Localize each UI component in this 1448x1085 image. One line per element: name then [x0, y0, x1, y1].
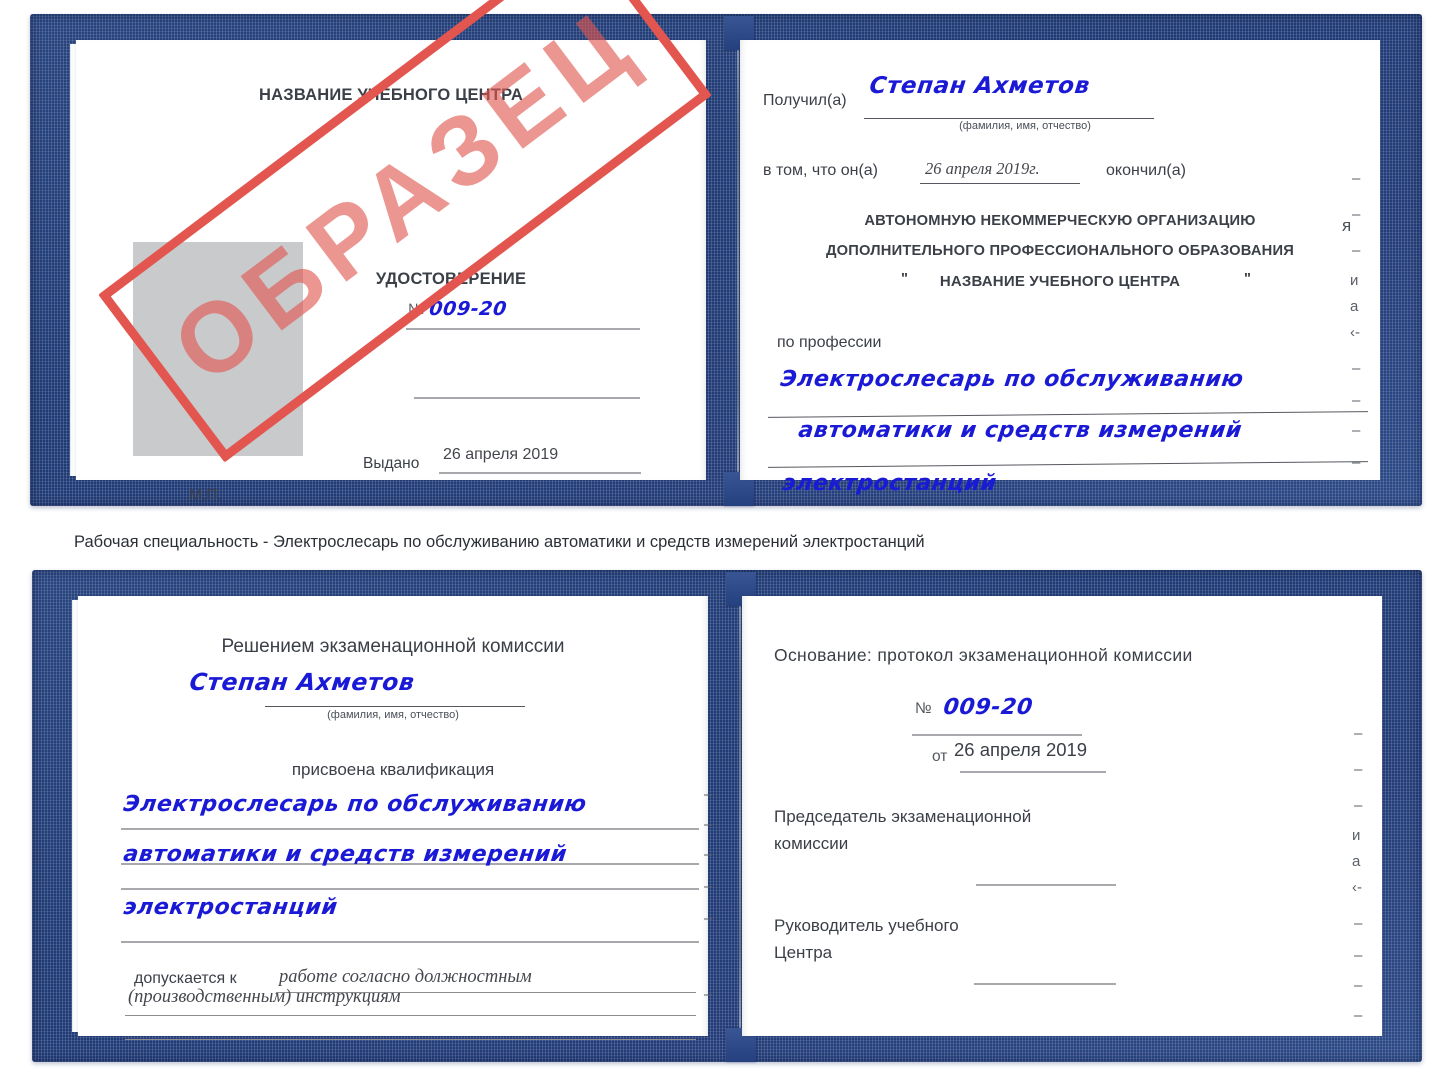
- edge-bleed-bottom-left-inner: – – – – – –: [704, 786, 728, 1016]
- received-name-value: Степан Ахметов: [868, 73, 1092, 99]
- page-bottom-left: Решением экзаменационной комиссии Степан…: [78, 596, 708, 1040]
- edge-bleed-mark: –: [1352, 360, 1361, 377]
- received-label: Получил(а): [763, 92, 847, 109]
- edge-bleed-mark: –: [704, 910, 713, 927]
- that-he-label: в том, что он(а): [763, 162, 878, 179]
- certificate-number-value: 009-20: [428, 298, 509, 320]
- screenshot-root: НАЗВАНИЕ УЧЕБНОГО ЦЕНТРА УДОСТОВЕРЕНИЕ №…: [0, 0, 1448, 1085]
- org-name-line-3: НАЗВАНИЕ УЧЕБНОГО ЦЕНТРА: [939, 273, 1181, 290]
- issued-rule: [439, 472, 641, 474]
- qualification-line-3: электростанций: [122, 895, 340, 920]
- qualification-name-rule: [265, 706, 525, 707]
- protocol-date-label: от: [932, 748, 948, 765]
- protocol-number-symbol: №: [915, 700, 932, 717]
- issued-label: Выдано: [363, 455, 420, 472]
- edge-bleed-mark: –: [1352, 392, 1361, 409]
- qualification-line-1: Электрослесарь по обслуживанию: [122, 792, 589, 817]
- edge-bleed-mark: –: [1352, 242, 1361, 259]
- training-center-title: НАЗВАНИЕ УЧЕБНОГО ЦЕНТРА: [259, 86, 523, 104]
- edge-bleed-mark: –: [704, 816, 713, 833]
- qualification-assigned-label: присвоена квалификация: [291, 760, 495, 779]
- completion-date-rule: [920, 183, 1080, 184]
- head-signature-rule: [974, 983, 1116, 985]
- org-quote-close: ": [1244, 271, 1252, 287]
- edge-bleed-mark: –: [704, 846, 713, 863]
- certificate-number-symbol: №: [408, 301, 425, 318]
- edge-bleed-mark: а: [1350, 298, 1359, 315]
- head-label-line-1: Руководитель учебного: [774, 916, 959, 935]
- edge-bleed-mark: –: [704, 786, 713, 803]
- edge-bleed-mark: –: [1352, 422, 1361, 439]
- head-label-line-2: Центра: [774, 943, 833, 962]
- admitted-to-label: допускается к: [134, 970, 237, 987]
- profession-rule-1: [768, 411, 1368, 418]
- protocol-date-value: 26 апреля 2019: [954, 739, 1088, 760]
- name-hint-label-bottom: (фамилия, имя, отчество): [327, 709, 459, 721]
- org-name-line-2: ДОПОЛНИТЕЛЬНОГО ПРОФЕССИОНАЛЬНОГО ОБРАЗО…: [825, 243, 1295, 259]
- commission-decision-heading: Решением экзаменационной комиссии: [221, 636, 565, 657]
- edge-bleed-mark: –: [1352, 206, 1361, 223]
- edge-bleed-top-right: – – – и а ‹- – – – –: [1348, 164, 1388, 474]
- org-name-line-1: АВТОНОМНУЮ НЕКОММЕРЧЕСКУЮ ОРГАНИЗАЦИЮ: [864, 213, 1256, 229]
- certificate-number-rule: [406, 328, 640, 330]
- edge-bleed-bottom-right: – – – и а ‹- – – – –: [1350, 725, 1390, 1025]
- protocol-number-rule: [912, 734, 1082, 736]
- edge-bleed-mark: –: [1352, 454, 1361, 471]
- issued-date-value: 26 апреля 2019: [443, 446, 559, 463]
- protocol-date-rule: [960, 771, 1106, 773]
- page-top-right: Получил(а) Степан Ахметов (фамилия, имя,…: [740, 40, 1380, 496]
- edge-bleed-mark: ‹-: [1352, 879, 1362, 896]
- chairman-label-line-2: комиссии: [774, 834, 849, 853]
- admitted-line-2: (производственным) инструкциям: [128, 987, 401, 1007]
- admitted-rule-3: [125, 1039, 696, 1040]
- basis-protocol-label: Основание: протокол экзаменационной коми…: [774, 645, 1193, 665]
- blank-rule-1: [414, 397, 640, 399]
- book-spine-bottom: [739, 600, 741, 1034]
- finished-label: окончил(а): [1106, 162, 1186, 179]
- edge-bleed-mark: –: [1354, 797, 1363, 814]
- qualification-rule-3: [121, 941, 699, 943]
- book-spine-top: [737, 44, 739, 478]
- chairman-signature-rule: [976, 884, 1116, 886]
- certificate-bottom: Решением экзаменационной комиссии Степан…: [32, 570, 1422, 1062]
- edge-bleed-mark: –: [1354, 761, 1363, 778]
- protocol-number-value: 009-20: [942, 695, 1035, 720]
- edge-bleed-mark: –: [1354, 725, 1363, 742]
- profession-line-1: Электрослесарь по обслуживанию: [779, 367, 1246, 392]
- name-hint-label: (фамилия, имя, отчество): [959, 120, 1091, 132]
- edge-bleed-mark: ‹-: [1350, 324, 1360, 341]
- qualification-line-2: автоматики и средств измерений: [122, 842, 569, 867]
- profession-rule-2: [768, 461, 1368, 468]
- certificate-top: НАЗВАНИЕ УЧЕБНОГО ЦЕНТРА УДОСТОВЕРЕНИЕ №…: [30, 14, 1422, 506]
- edge-bleed-mark: –: [1354, 915, 1363, 932]
- edge-bleed-mark: –: [1354, 977, 1363, 994]
- seal-place-label: М.П.: [189, 487, 222, 504]
- completion-date-value: 26 апреля 2019г.: [925, 159, 1040, 178]
- qualification-name-value: Степан Ахметов: [188, 668, 417, 696]
- edge-bleed-mark: –: [704, 878, 713, 895]
- edge-bleed-mark: а: [1352, 853, 1361, 870]
- edge-bleed-mark: –: [1352, 170, 1361, 187]
- profession-line-2: автоматики и средств измерений: [797, 418, 1244, 443]
- edge-bleed-mark: –: [1354, 1007, 1363, 1024]
- image-caption: Рабочая специальность - Электрослесарь п…: [74, 533, 925, 551]
- edge-bleed-mark: –: [704, 986, 713, 1003]
- qualification-rule-2b: [121, 888, 699, 890]
- received-name-rule: [864, 118, 1154, 119]
- admitted-line-1: работе согласно должностным: [279, 967, 532, 987]
- page-bottom-right: Основание: протокол экзаменационной коми…: [742, 596, 1382, 1036]
- edge-bleed-partial-letter: я: [1342, 216, 1352, 235]
- document-type-label: УДОСТОВЕРЕНИЕ: [375, 270, 527, 288]
- page-top-left: НАЗВАНИЕ УЧЕБНОГО ЦЕНТРА УДОСТОВЕРЕНИЕ №…: [76, 40, 706, 504]
- admitted-rule-2: [125, 1015, 696, 1016]
- profession-label: по профессии: [777, 334, 882, 351]
- profession-line-3: электростанций: [781, 471, 999, 496]
- edge-bleed-mark: и: [1350, 272, 1359, 289]
- chairman-label-line-1: Председатель экзаменационной: [774, 807, 1032, 826]
- qualification-rule-1: [121, 828, 699, 830]
- edge-bleed-mark: и: [1352, 827, 1361, 844]
- edge-bleed-mark: –: [1354, 947, 1363, 964]
